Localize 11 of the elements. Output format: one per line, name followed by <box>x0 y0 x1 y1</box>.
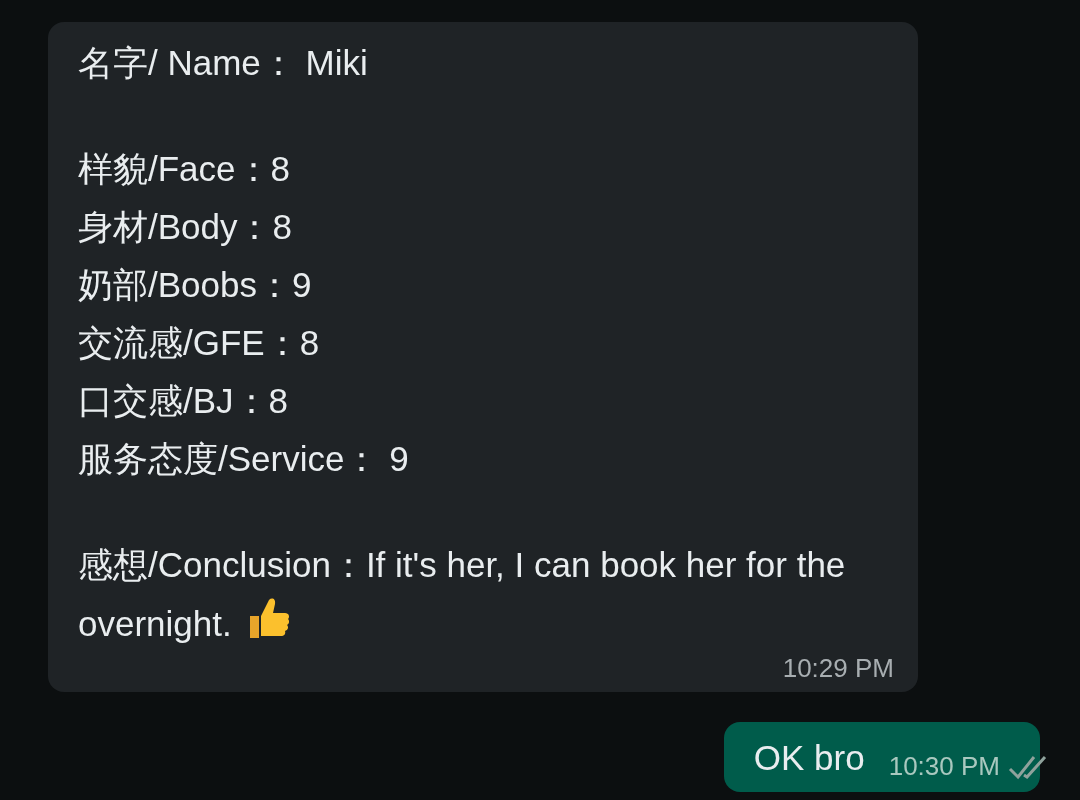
message-text: 感想/Conclusion：If it's her, I can book her for the overnight. <box>78 544 847 645</box>
message-text: 服务态度/Service： 9 <box>78 438 410 480</box>
message-text: 奶部/Boobs：9 <box>78 264 313 306</box>
message-text: 口交感/BJ：8 <box>78 380 290 422</box>
message-text: 身材/Body：8 <box>78 206 293 248</box>
message-text: OK bro <box>753 737 865 779</box>
message-text: 交流感/GFE：8 <box>78 322 321 364</box>
message-text: 名字/ Name： Miki <box>78 42 369 84</box>
message-time: 10:29 PM <box>782 653 894 684</box>
message-text: 样貌/Face：8 <box>78 148 291 190</box>
message-time: 10:30 PM <box>888 751 1000 782</box>
